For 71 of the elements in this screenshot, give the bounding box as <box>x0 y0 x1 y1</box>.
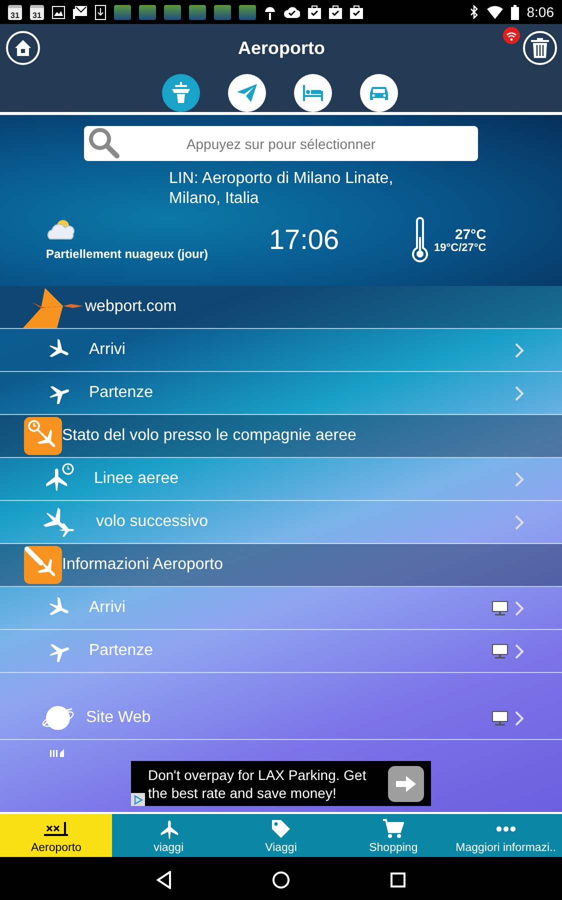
image-icon <box>52 6 65 18</box>
bag-check-icon <box>329 5 342 19</box>
signal-icon <box>50 749 66 757</box>
clock-plane-icon <box>24 417 62 455</box>
screen-title: Aeroporto <box>238 38 325 58</box>
bag-check-icon <box>308 5 321 19</box>
temperature-range: 19°C/27°C <box>434 242 486 254</box>
chevron-icon <box>515 600 524 616</box>
ad-text: Don't overpay for LAX Parking. Get the best rate and save money! <box>148 766 368 802</box>
chevron-icon <box>515 514 524 530</box>
bird-logo-icon <box>23 286 85 328</box>
search-field[interactable]: Appuyez sur pour sélectionner <box>84 126 478 161</box>
row-label[interactable]: volo successivo <box>96 513 515 531</box>
planet-icon <box>41 703 75 733</box>
chevron-icon <box>515 342 524 358</box>
section-title: Stato del volo presso le compagnie aeree <box>62 427 358 445</box>
app-notification-icon <box>114 4 131 20</box>
temperature: 27°C <box>454 226 486 242</box>
app-notification-icon <box>214 4 231 20</box>
delete-button[interactable] <box>523 31 557 65</box>
section-title: Informazioni Aeroporto <box>62 556 224 574</box>
search-icon <box>87 126 121 160</box>
clock: 8:06 <box>526 4 554 20</box>
recents-button[interactable] <box>390 872 406 888</box>
tag-icon <box>271 819 292 839</box>
app-notification-icon <box>189 4 206 20</box>
app-notification-icon <box>164 4 181 20</box>
mail-icon <box>73 6 87 18</box>
calendar-icon: 31 <box>30 4 44 20</box>
paper-plane-tab[interactable] <box>228 74 266 112</box>
chevron-icon <box>515 710 524 726</box>
download-icon <box>95 4 106 20</box>
app-notification-icon <box>139 4 156 20</box>
app-notification-icon <box>239 4 256 20</box>
control-tower-tab[interactable] <box>162 74 200 112</box>
nav-tab[interactable]: Aeroporto <box>0 814 112 857</box>
row-label[interactable]: Linee aeree <box>94 470 515 488</box>
cart-icon <box>382 819 404 839</box>
home-button[interactable] <box>6 31 40 65</box>
back-button[interactable] <box>156 870 172 888</box>
row-label[interactable]: Site Web <box>86 709 492 727</box>
bag-check-icon <box>350 5 363 19</box>
airport-name: LIN: Aeroporto di Milano Linate, Milano, Italia <box>169 169 394 209</box>
calendar-icon: 31 <box>8 4 22 20</box>
chevron-icon <box>515 472 524 486</box>
car-tab[interactable] <box>360 74 398 112</box>
battery-icon <box>510 4 519 20</box>
ad-arrow-button[interactable] <box>388 766 424 802</box>
plane-icon <box>24 546 62 584</box>
section-title: webport.com <box>85 298 178 316</box>
ad-banner[interactable]: Don't overpay for LAX Parking. Get the best rate and save money! <box>131 761 431 806</box>
chevron-icon <box>515 386 524 400</box>
chevron-icon <box>515 644 524 658</box>
trash-icon <box>531 38 549 58</box>
airport-icon <box>44 819 68 839</box>
home-nav-button[interactable] <box>272 870 290 888</box>
two-planes-icon <box>41 505 77 539</box>
row-label[interactable]: Arrivi <box>89 599 492 617</box>
arrow-icon <box>396 776 416 792</box>
bluetooth-icon <box>470 5 479 19</box>
partly-cloudy-icon <box>46 219 76 241</box>
thermometer-icon <box>412 217 428 263</box>
wifi-badge-icon <box>503 27 520 44</box>
row-label[interactable]: Partenze <box>89 642 492 660</box>
bed-tab[interactable] <box>294 74 332 112</box>
cloud-check-icon <box>284 6 300 18</box>
weather-condition: Partiellement nuageux (jour) <box>46 247 210 261</box>
home-icon <box>14 39 32 57</box>
row-label[interactable]: Arrivi <box>89 341 515 359</box>
wifi-icon <box>486 6 503 18</box>
row-label[interactable]: Partenze <box>89 384 515 402</box>
